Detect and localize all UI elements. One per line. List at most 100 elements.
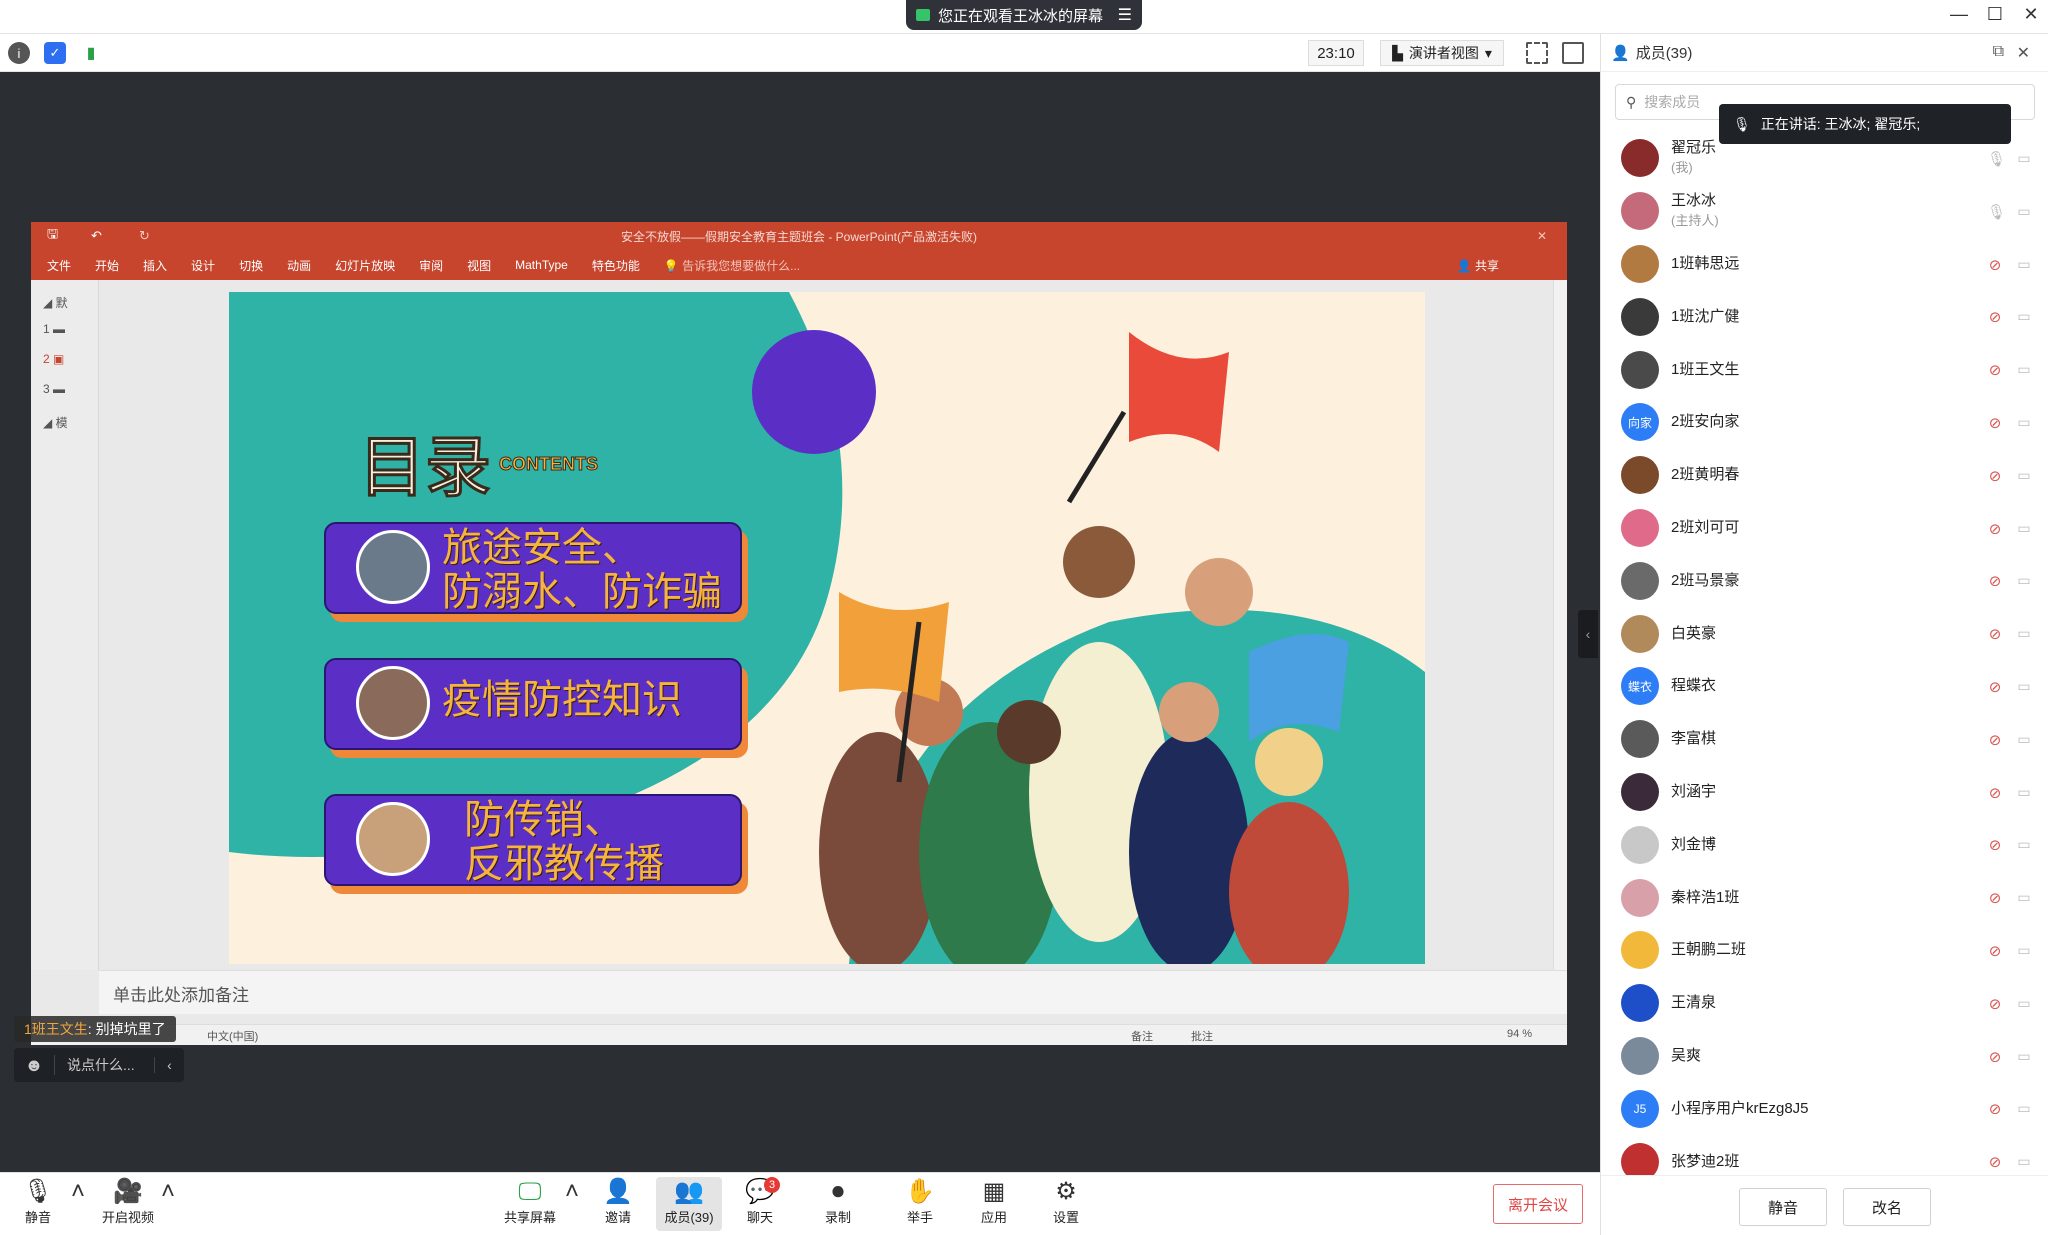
mic-muted-icon[interactable]: ⊘ — [1987, 678, 2003, 696]
member-name: 2班安向家 — [1671, 413, 1740, 431]
chat-input-bar[interactable]: ☻ 说点什么... ‹ — [14, 1048, 184, 1082]
chevron-up-icon: ˄ — [564, 1178, 579, 1205]
video-off-icon[interactable]: ▭ — [2013, 1048, 2035, 1064]
mic-muted-icon[interactable]: ⊘ — [1987, 256, 2003, 274]
video-off-icon[interactable]: ▭ — [2013, 942, 2035, 958]
video-off-icon[interactable]: ▭ — [2013, 731, 2035, 747]
maximize-icon[interactable]: ☐ — [1980, 4, 2010, 25]
member-row[interactable]: 刘金博 ⊘ ▭ — [1601, 818, 2048, 871]
mic-muted-icon[interactable]: ⊘ — [1987, 520, 2003, 538]
mute-all-button[interactable]: 静音 — [1739, 1188, 1827, 1226]
members-button[interactable]: 👥 成员(39) — [656, 1177, 722, 1231]
sidebar-toggle-icon[interactable] — [1562, 42, 1584, 64]
video-off-icon[interactable]: ▭ — [2013, 203, 2035, 219]
record-button[interactable]: ⏺ 录制 — [808, 1177, 868, 1231]
apps-button[interactable]: ▦ 应用 — [964, 1177, 1024, 1231]
thumb-3: 3 ▬ — [43, 382, 66, 396]
mic-muted-icon[interactable]: ⊘ — [1987, 414, 2003, 432]
slide-thumbnails: ◢ 默 1 ▬ 2 ▣ 3 ▬ ◢ 模 — [31, 280, 99, 970]
chat-button[interactable]: 💬 聊天 3 — [730, 1177, 790, 1231]
panel-collapse-icon[interactable]: ‹ — [1578, 610, 1598, 658]
menu-icon[interactable]: ☰ — [1118, 5, 1132, 25]
member-row[interactable]: 2班马景豪 ⊘ ▭ — [1601, 554, 2048, 607]
mic-muted-icon[interactable]: ⊘ — [1987, 889, 2003, 907]
mic-muted-icon[interactable]: ⊘ — [1987, 625, 2003, 643]
close-icon[interactable]: ✕ — [2016, 4, 2046, 25]
member-row[interactable]: 向家 2班安向家 ⊘ ▭ — [1601, 396, 2048, 449]
layout-icon: ▙ — [1392, 44, 1403, 61]
emoji-icon[interactable]: ☻ — [14, 1055, 54, 1076]
member-row[interactable]: 王清泉 ⊘ ▭ — [1601, 977, 2048, 1030]
chevron-up-icon: ˄ — [70, 1178, 85, 1205]
video-off-icon[interactable]: ▭ — [2013, 308, 2035, 324]
member-row[interactable]: 2班黄明春 ⊘ ▭ — [1601, 449, 2048, 502]
mic-muted-icon[interactable]: ⊘ — [1987, 784, 2003, 802]
leave-meeting-button[interactable]: 离开会议 — [1493, 1184, 1583, 1224]
rename-button[interactable]: 改名 — [1843, 1188, 1931, 1226]
mic-muted-icon[interactable]: ⊘ — [1987, 308, 2003, 326]
mic-muted-icon[interactable]: ⊘ — [1987, 995, 2003, 1013]
member-row[interactable]: 王冰冰 (主持人) 🎙 ▭ — [1601, 185, 2048, 238]
mic-muted-icon[interactable]: ⊘ — [1987, 1153, 2003, 1171]
member-row[interactable]: 1班沈广健 ⊘ ▭ — [1601, 290, 2048, 343]
video-off-icon[interactable]: ▭ — [2013, 678, 2035, 694]
member-row[interactable]: 2班刘可可 ⊘ ▭ — [1601, 502, 2048, 555]
member-row[interactable]: 1班王文生 ⊘ ▭ — [1601, 343, 2048, 396]
video-off-icon[interactable]: ▭ — [2013, 520, 2035, 536]
mic-muted-icon[interactable]: ⊘ — [1987, 361, 2003, 379]
mic-muted-icon[interactable]: ⊘ — [1987, 942, 2003, 960]
video-off-icon[interactable]: ▭ — [2013, 361, 2035, 377]
member-row[interactable]: 1班韩思远 ⊘ ▭ — [1601, 238, 2048, 291]
share-options-chevron[interactable]: ˄ — [560, 1177, 584, 1231]
video-off-icon[interactable]: ▭ — [2013, 1153, 2035, 1169]
mute-button[interactable]: 🎙 静音 — [8, 1177, 68, 1231]
video-options-chevron[interactable]: ˄ — [156, 1177, 180, 1231]
video-off-icon[interactable]: ▭ — [2013, 889, 2035, 905]
member-row[interactable]: 王朝鹏二班 ⊘ ▭ — [1601, 924, 2048, 977]
video-off-icon[interactable]: ▭ — [2013, 1100, 2035, 1116]
mic-icon[interactable]: 🎙 — [1987, 150, 2006, 168]
member-row[interactable]: 白英豪 ⊘ ▭ — [1601, 607, 2048, 660]
raise-hand-button[interactable]: ✋ 举手 — [890, 1177, 950, 1231]
settings-button[interactable]: ⚙ 设置 — [1036, 1177, 1096, 1231]
mic-muted-icon[interactable]: ⊘ — [1987, 467, 2003, 485]
video-off-icon[interactable]: ▭ — [2013, 625, 2035, 641]
video-off-icon[interactable]: ▭ — [2013, 836, 2035, 852]
video-off-icon[interactable]: ▭ — [2013, 572, 2035, 588]
member-row[interactable]: 蝶衣 程蝶衣 ⊘ ▭ — [1601, 660, 2048, 713]
view-mode-dropdown[interactable]: ▙ 演讲者视图 ▾ — [1380, 40, 1504, 66]
member-row[interactable]: 李富棋 ⊘ ▭ — [1601, 713, 2048, 766]
mic-muted-icon[interactable]: ⊘ — [1987, 1048, 2003, 1066]
shield-icon[interactable]: ✓ — [44, 42, 66, 64]
share-screen-button[interactable]: 🖵 共享屏幕 — [500, 1177, 560, 1231]
mic-muted-icon[interactable]: ⊘ — [1987, 836, 2003, 854]
audio-options-chevron[interactable]: ˄ — [66, 1177, 90, 1231]
video-off-icon[interactable]: ▭ — [2013, 256, 2035, 272]
minimize-icon[interactable]: — — [1944, 4, 1974, 25]
member-row[interactable]: 刘涵宇 ⊘ ▭ — [1601, 766, 2048, 819]
video-off-icon[interactable]: ▭ — [2013, 995, 2035, 1011]
close-panel-icon[interactable]: ✕ — [2017, 43, 2030, 63]
chevron-left-icon[interactable]: ‹ — [154, 1057, 184, 1073]
video-off-icon[interactable]: ▭ — [2013, 414, 2035, 430]
mic-icon[interactable]: 🎙 — [1987, 203, 2006, 221]
member-row[interactable]: J5 小程序用户krEzg8J5 ⊘ ▭ — [1601, 1082, 2048, 1135]
member-row[interactable]: 吴爽 ⊘ ▭ — [1601, 1030, 2048, 1083]
signal-icon[interactable]: ▮ — [80, 42, 102, 64]
video-off-icon[interactable]: ▭ — [2013, 467, 2035, 483]
popout-icon[interactable]: ⧉ — [1993, 43, 2004, 61]
video-off-icon[interactable]: ▭ — [2013, 150, 2035, 166]
ppt-status-bar: 中文(中国) 备注 批注 94 % — [31, 1024, 1567, 1045]
screen-share-indicator[interactable]: 您正在观看王冰冰的屏幕 ☰ — [906, 0, 1142, 30]
start-video-button[interactable]: 🎥 开启视频 — [98, 1177, 158, 1231]
mic-muted-icon[interactable]: ⊘ — [1987, 572, 2003, 590]
chat-input[interactable]: 说点什么... — [54, 1055, 154, 1075]
member-row[interactable]: 秦梓浩1班 ⊘ ▭ — [1601, 871, 2048, 924]
meeting-controls: 🎙 静音 ˄ 🎥 开启视频 ˄ 🖵 共享屏幕 ˄ 👤 邀请 👥 成员(39) 💬 聊天 3 … — [0, 1172, 1600, 1235]
mic-muted-icon[interactable]: ⊘ — [1987, 731, 2003, 749]
info-icon[interactable]: i — [8, 42, 30, 64]
mic-muted-icon[interactable]: ⊘ — [1987, 1100, 2003, 1118]
invite-button[interactable]: 👤 邀请 — [588, 1177, 648, 1231]
fullscreen-icon[interactable] — [1526, 42, 1548, 64]
video-off-icon[interactable]: ▭ — [2013, 784, 2035, 800]
